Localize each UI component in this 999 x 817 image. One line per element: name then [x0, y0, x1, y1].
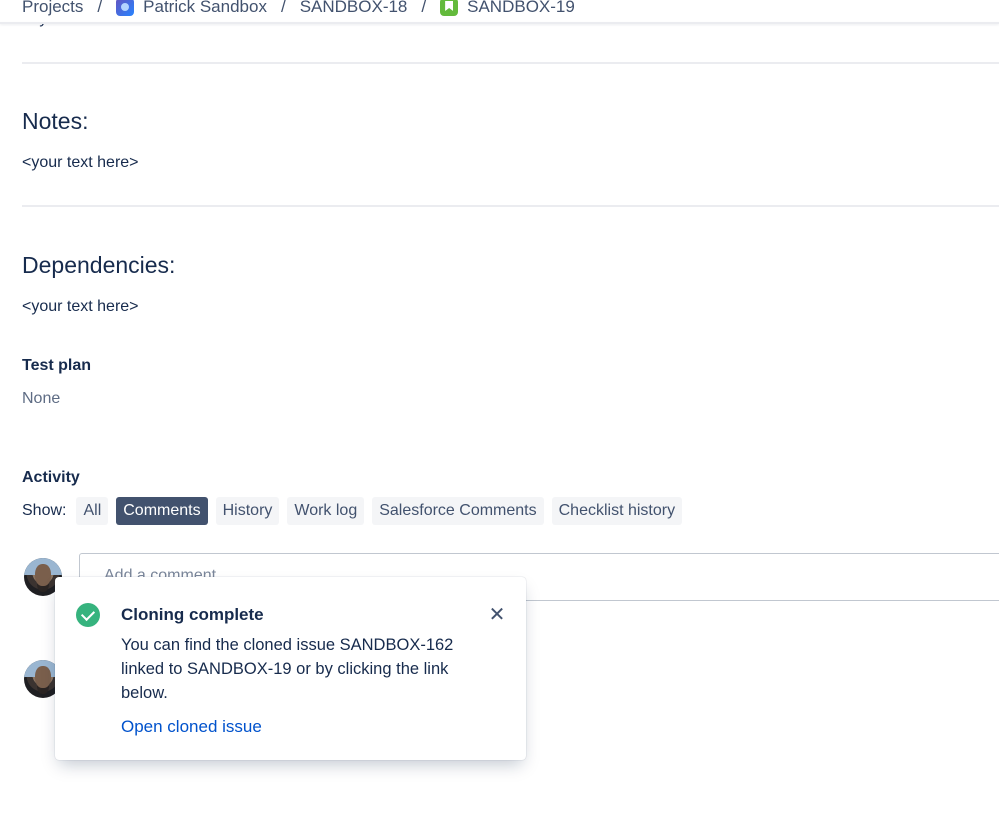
project-avatar-icon	[116, 0, 135, 16]
filter-work-log-button[interactable]: Work log	[287, 497, 365, 525]
test-plan-label: Test plan	[22, 357, 92, 374]
story-icon	[440, 0, 459, 16]
show-label: Show:	[22, 502, 67, 519]
open-cloned-issue-link[interactable]: Open cloned issue	[121, 717, 262, 737]
header-divider	[0, 22, 999, 24]
breadcrumb-current-issue[interactable]: SANDBOX-19	[440, 0, 575, 17]
breadcrumb-parent-issue[interactable]: SANDBOX-18	[300, 0, 408, 17]
filter-history-button[interactable]: History	[215, 497, 280, 525]
flag-title: Cloning complete	[121, 605, 264, 624]
breadcrumb-separator: /	[97, 0, 103, 16]
activity-filter-bar: Show: All Comments History Work log Sale…	[22, 497, 690, 525]
breadcrumb-separator: /	[280, 0, 286, 16]
filter-comments-button[interactable]: Comments	[116, 497, 208, 525]
activity-heading: Activity	[22, 469, 80, 486]
notes-heading: Notes:	[22, 108, 89, 134]
breadcrumb-project-label: Patrick Sandbox	[143, 0, 267, 16]
breadcrumb: Projects / Patrick Sandbox / SANDBOX-18 …	[22, 0, 575, 21]
flag-description: You can find the cloned issue SANDBOX-16…	[121, 636, 454, 702]
filter-all-button[interactable]: All	[76, 497, 109, 525]
filter-salesforce-comments-button[interactable]: Salesforce Comments	[372, 497, 544, 525]
dependencies-text: <your text here>	[22, 298, 139, 315]
notes-text: <your text here>	[22, 154, 139, 171]
breadcrumb-project[interactable]: Patrick Sandbox	[116, 0, 267, 17]
test-plan-value[interactable]: None	[22, 390, 60, 408]
issue-page: <your text here> Projects / Patrick Sand…	[0, 0, 999, 817]
section-divider	[22, 205, 999, 207]
breadcrumb-current-issue-label: SANDBOX-19	[467, 0, 575, 16]
close-icon: ✕	[488, 604, 506, 626]
success-check-icon	[76, 603, 100, 627]
breadcrumb-projects-label: Projects	[22, 0, 84, 16]
close-flag-button[interactable]: ✕	[485, 603, 509, 627]
breadcrumb-separator: /	[421, 0, 427, 16]
breadcrumb-projects[interactable]: Projects	[22, 0, 83, 17]
section-divider	[22, 62, 999, 64]
filter-checklist-history-button[interactable]: Checklist history	[551, 497, 683, 525]
cloning-complete-flag: Cloning complete ✕ You can find the clon…	[55, 577, 526, 760]
dependencies-heading: Dependencies:	[22, 252, 176, 278]
breadcrumb-parent-issue-label: SANDBOX-18	[299, 0, 408, 16]
